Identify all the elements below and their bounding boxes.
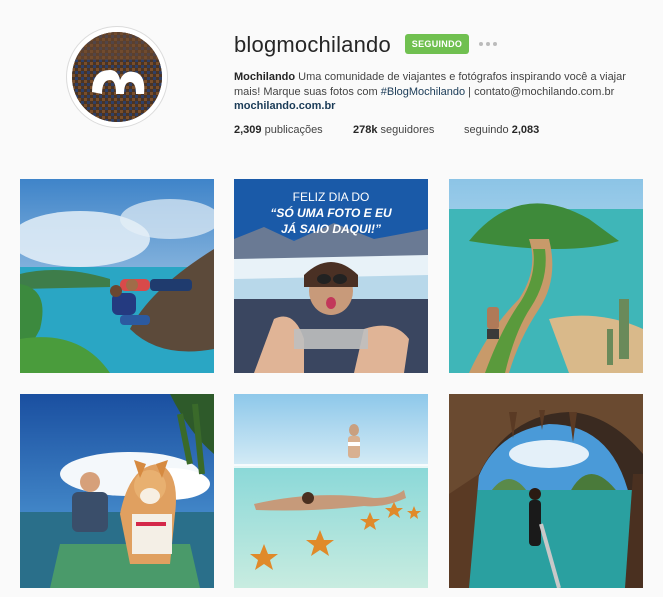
profile-username: blogmochilando — [234, 32, 391, 57]
bio-text-1: Uma comunidade de viajantes e fotógrafos… — [295, 71, 626, 83]
following-stat[interactable]: seguindo 2,083 — [464, 124, 539, 136]
post-thumbnail-5[interactable] — [234, 394, 428, 588]
followers-label: seguidores — [377, 124, 435, 136]
following-button[interactable]: SEGUINDO — [405, 34, 469, 54]
posts-count-stat: 2,309 publicações — [234, 124, 323, 136]
post-caption-line-2: “SÓ UMA FOTO E EU — [270, 205, 392, 220]
post-thumbnail-1[interactable] — [20, 179, 214, 373]
more-options-icon[interactable] — [479, 38, 497, 50]
post-image — [234, 394, 428, 588]
post-thumbnail-4[interactable] — [20, 394, 214, 588]
post-thumbnail-3[interactable] — [449, 179, 643, 373]
post-caption-line-3: JÁ SAIO DAQUI!” — [281, 221, 381, 236]
post-image — [20, 179, 214, 373]
post-image — [449, 394, 643, 588]
mochilando-logo-icon — [72, 32, 162, 122]
post-image: FELIZ DIA DO “SÓ UMA FOTO E EU JÁ SAIO D… — [234, 179, 428, 373]
bio-contact: | contato@mochilando.com.br — [465, 86, 615, 98]
posts-count: 2,309 — [234, 124, 262, 136]
bio-text-2: mais! Marque suas fotos com — [234, 86, 381, 98]
post-image — [20, 394, 214, 588]
post-image — [449, 179, 643, 373]
posts-label: publicações — [261, 124, 323, 136]
profile-bio: Mochilando Uma comunidade de viajantes e… — [234, 70, 634, 100]
following-count: 2,083 — [511, 124, 540, 136]
avatar[interactable] — [72, 32, 162, 122]
following-label: seguindo — [464, 124, 512, 136]
post-thumbnail-2[interactable]: FELIZ DIA DO “SÓ UMA FOTO E EU JÁ SAIO D… — [234, 179, 428, 373]
bio-hashtag[interactable]: #BlogMochilando — [381, 86, 465, 98]
profile-website-link[interactable]: mochilando.com.br — [234, 100, 335, 112]
followers-stat[interactable]: 278k seguidores — [353, 124, 434, 136]
post-caption-line-1: FELIZ DIA DO — [293, 190, 370, 204]
followers-count: 278k — [353, 124, 378, 136]
post-thumbnail-6[interactable] — [449, 394, 643, 588]
profile-name: Mochilando — [234, 71, 296, 83]
